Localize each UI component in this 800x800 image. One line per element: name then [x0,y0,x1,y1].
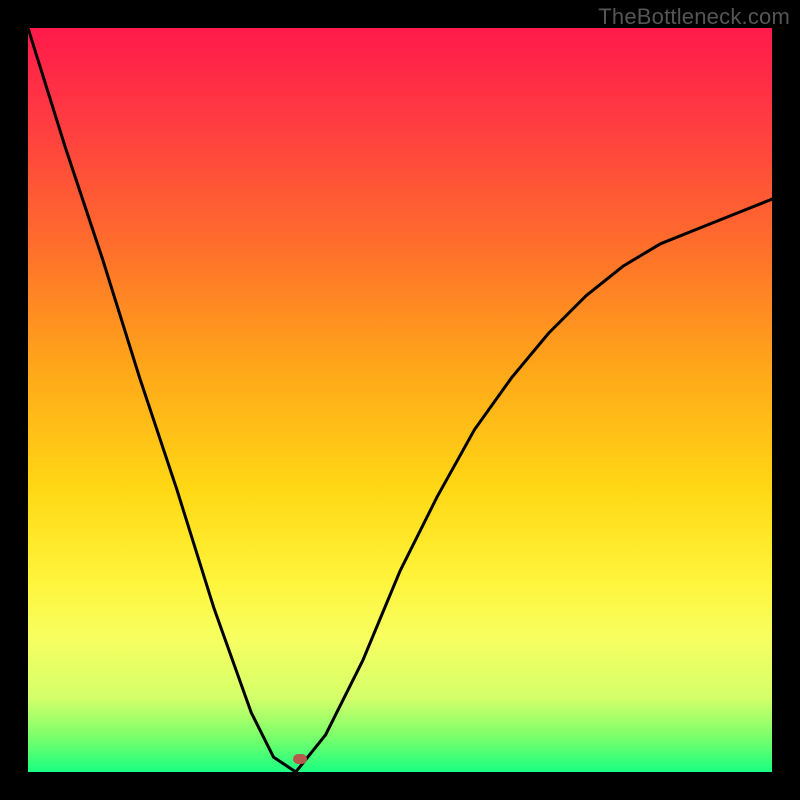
chart-frame: TheBottleneck.com [0,0,800,800]
bottleneck-curve [28,28,772,772]
optimal-point-marker [293,754,307,764]
plot-area [28,28,772,772]
attribution-label: TheBottleneck.com [598,4,790,30]
